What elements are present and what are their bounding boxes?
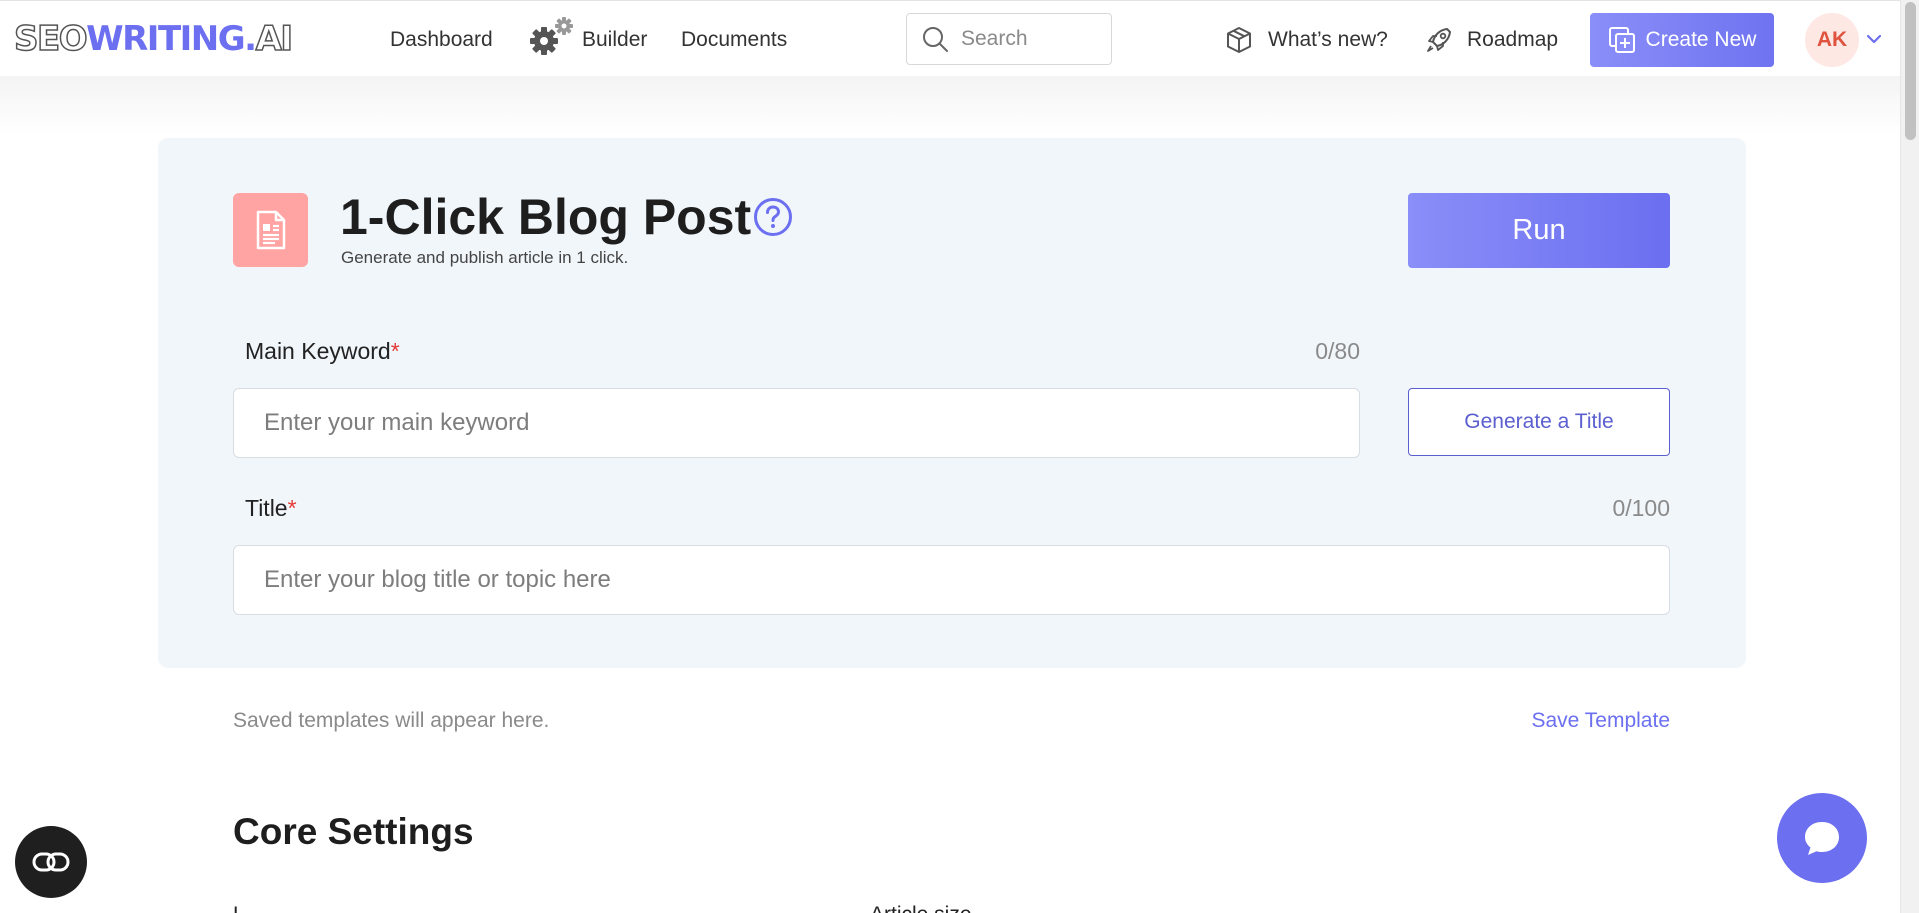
chevron-down-icon[interactable] xyxy=(1866,33,1882,45)
page-subtitle: Generate and publish article in 1 click. xyxy=(341,248,629,267)
create-new-label: Create New xyxy=(1645,28,1757,51)
core-settings-title: Core Settings xyxy=(233,811,474,852)
top-navigation-bar: SEOWRITING.AI Dashboard Builder Document… xyxy=(0,0,1900,76)
scrollbar-thumb[interactable] xyxy=(1905,2,1916,140)
nav-documents[interactable]: Documents xyxy=(681,27,787,53)
main-keyword-input[interactable] xyxy=(233,388,1360,458)
accessibility-widget-button[interactable] xyxy=(15,826,87,898)
required-mark: * xyxy=(287,495,297,521)
main-keyword-label: Main Keyword* xyxy=(245,337,400,365)
logo-seo-text: SEO xyxy=(13,18,88,60)
nav-builder[interactable]: Builder xyxy=(582,27,647,53)
title-input[interactable] xyxy=(233,545,1670,615)
main-keyword-label-text: Main Keyword xyxy=(245,338,391,364)
add-document-icon xyxy=(1608,27,1635,53)
main-keyword-counter: 0/80 xyxy=(1315,338,1360,364)
logo-writing-text: WRITING xyxy=(86,19,246,59)
title-label: Title* xyxy=(245,494,297,522)
title-label-text: Title xyxy=(245,495,288,521)
chat-button[interactable] xyxy=(1777,793,1867,883)
saved-templates-note: Saved templates will appear here. xyxy=(233,709,550,732)
save-template-link[interactable]: Save Template xyxy=(1420,708,1670,734)
nav-whats-new[interactable]: What’s new? xyxy=(1268,27,1388,53)
tool-badge xyxy=(233,193,308,267)
gear-icon xyxy=(530,17,573,55)
page-scrollbar[interactable] xyxy=(1900,0,1919,913)
run-button[interactable]: Run xyxy=(1408,193,1670,268)
package-icon xyxy=(1227,27,1251,53)
user-avatar[interactable]: AK xyxy=(1805,13,1859,67)
search-box[interactable] xyxy=(906,13,1112,65)
logo-ai-text: AI xyxy=(255,18,294,60)
generate-title-button[interactable]: Generate a Title xyxy=(1408,388,1670,456)
app-logo[interactable]: SEOWRITING.AI xyxy=(13,18,294,60)
rocket-icon xyxy=(1427,28,1451,52)
help-icon[interactable] xyxy=(753,197,793,237)
core-settings-right-label: Article size xyxy=(870,902,972,913)
logo-dot-text: . xyxy=(244,19,257,59)
page-title: 1-Click Blog Post xyxy=(340,189,752,245)
chat-bubble-icon xyxy=(1805,822,1839,855)
document-icon xyxy=(256,210,285,250)
nav-dashboard[interactable]: Dashboard xyxy=(390,27,493,53)
title-counter: 0/100 xyxy=(1612,495,1670,521)
link-icon xyxy=(32,852,70,872)
nav-roadmap[interactable]: Roadmap xyxy=(1467,27,1558,53)
required-mark: * xyxy=(390,338,400,364)
create-new-button[interactable]: Create New xyxy=(1590,13,1774,67)
search-input[interactable] xyxy=(961,27,1101,51)
nav-shadow xyxy=(0,76,1900,136)
core-settings-left-label: L xyxy=(233,902,245,913)
search-icon xyxy=(923,27,948,52)
